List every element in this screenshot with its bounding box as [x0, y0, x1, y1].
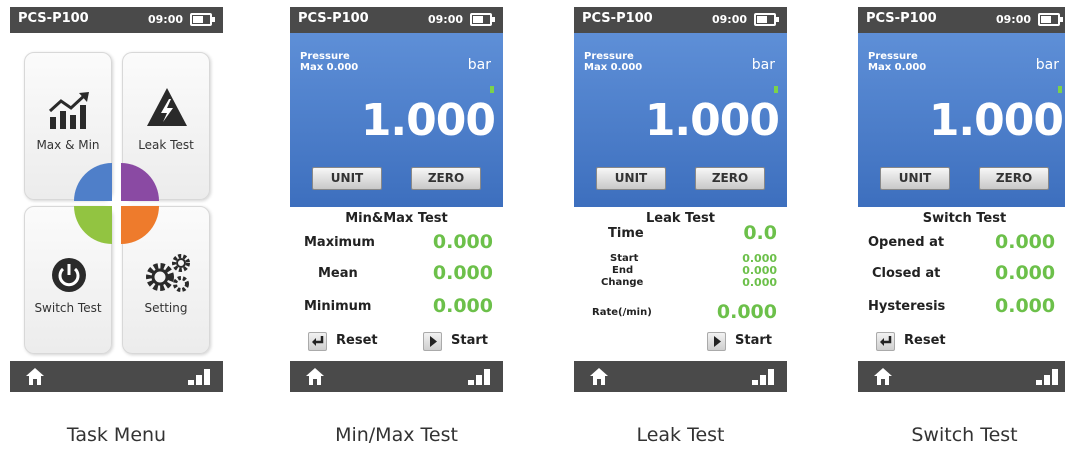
unit-button[interactable]: UNIT: [312, 167, 382, 190]
battery-icon: [1038, 13, 1063, 26]
gears-icon: [146, 254, 190, 292]
caption-task-menu: Task Menu: [66, 424, 167, 446]
change-label: Change: [601, 277, 644, 288]
switch-test-label: Switch Test: [34, 301, 102, 315]
battery-icon: [754, 13, 779, 26]
home-icon[interactable]: [874, 368, 892, 385]
change-value: 0.000: [742, 276, 777, 289]
caption-minmax: Min/Max Test: [335, 424, 458, 446]
end-label: End: [612, 265, 634, 276]
caption-leak: Leak Test: [636, 424, 725, 446]
zero-button[interactable]: ZERO: [979, 167, 1049, 190]
caption-switch: Switch Test: [911, 424, 1018, 446]
signal-icon: [1036, 369, 1060, 385]
status-bar: PCS-P100 09:00: [290, 7, 503, 33]
unit-button[interactable]: UNIT: [596, 167, 666, 190]
test-title: Min&Max Test: [345, 211, 448, 226]
minimum-label: Minimum: [304, 299, 372, 314]
pressure-label: Pressure Max 0.000: [584, 51, 643, 73]
time-value: 0.0: [743, 222, 777, 244]
clock: 09:00: [712, 13, 748, 26]
model-name: PCS-P100: [18, 11, 89, 26]
task-menu-screen: PCS-P100 09:00 Max & Min Leak Test Switc…: [10, 7, 223, 392]
pressure-unit: bar: [467, 57, 491, 73]
bottom-bar: [574, 361, 787, 392]
signal-icon: [752, 369, 776, 385]
pressure-label: Pressure Max 0.000: [868, 51, 927, 73]
pressure-panel: Pressure Max 0.000 bar 1.000 UNIT ZERO: [290, 33, 503, 207]
pressure-unit: bar: [1035, 57, 1059, 73]
status-bar: PCS-P100 09:00: [858, 7, 1065, 33]
unit-button[interactable]: UNIT: [880, 167, 950, 190]
time-label: Time: [608, 226, 644, 241]
indicator-dot: [490, 86, 494, 93]
pressure-value: 1.000: [928, 95, 1064, 146]
pressure-value: 1.000: [360, 95, 496, 146]
clock: 09:00: [428, 13, 464, 26]
leak-test-screen: PCS-P100 09:00 Pressure Max 0.000 bar 1.…: [574, 7, 787, 392]
closed-at-label: Closed at: [872, 266, 941, 281]
home-icon[interactable]: [26, 368, 44, 385]
opened-at-label: Opened at: [868, 235, 945, 250]
pressure-panel: Pressure Max 0.000 bar 1.000 UNIT ZERO: [858, 33, 1065, 207]
return-arrow-icon: [876, 332, 895, 351]
rate-label: Rate(/min): [592, 307, 652, 318]
battery-icon: [190, 13, 215, 26]
switch-test-screen: PCS-P100 09:00 Pressure Max 0.000 bar 1.…: [858, 7, 1065, 392]
start-label: Start: [610, 253, 639, 264]
signal-icon: [468, 369, 492, 385]
hysteresis-label: Hysteresis: [868, 299, 946, 314]
model-name: PCS-P100: [298, 11, 369, 26]
home-icon[interactable]: [590, 368, 608, 385]
bottom-bar: [858, 361, 1065, 392]
model-name: PCS-P100: [582, 11, 653, 26]
indicator-dot: [1058, 86, 1062, 93]
minimum-value: 0.000: [432, 295, 493, 317]
home-icon[interactable]: [306, 368, 324, 385]
maximum-label: Maximum: [304, 235, 375, 250]
clock: 09:00: [148, 13, 184, 26]
battery-icon: [470, 13, 495, 26]
leak-test-label: Leak Test: [138, 138, 194, 152]
mean-label: Mean: [318, 266, 358, 281]
minmax-test-screen: PCS-P100 09:00 Pressure Max 0.000 bar 1.…: [290, 7, 503, 392]
power-icon: [52, 258, 86, 292]
lightning-warning-icon: [147, 88, 187, 126]
signal-icon: [188, 369, 212, 385]
status-bar: PCS-P100 09:00: [574, 7, 787, 33]
start-button[interactable]: Start: [707, 332, 782, 352]
play-arrow-icon: [707, 332, 726, 351]
test-title: Switch Test: [922, 211, 1007, 226]
closed-at-value: 0.000: [995, 262, 1056, 284]
start-button[interactable]: Start: [423, 332, 498, 352]
bottom-bar: [290, 361, 503, 392]
zero-button[interactable]: ZERO: [695, 167, 765, 190]
chart-up-icon: [48, 92, 89, 129]
reset-button[interactable]: Reset: [876, 332, 956, 352]
zero-button[interactable]: ZERO: [411, 167, 481, 190]
pressure-panel: Pressure Max 0.000 bar 1.000 UNIT ZERO: [574, 33, 787, 207]
max-min-label: Max & Min: [36, 138, 100, 152]
status-bar: PCS-P100 09:00: [10, 7, 223, 33]
opened-at-value: 0.000: [995, 231, 1056, 253]
play-arrow-icon: [423, 332, 442, 351]
reset-button[interactable]: Reset: [308, 332, 388, 352]
clock: 09:00: [996, 13, 1032, 26]
mean-value: 0.000: [432, 262, 493, 284]
maximum-value: 0.000: [432, 231, 493, 253]
hysteresis-value: 0.000: [995, 295, 1056, 317]
bottom-bar: [10, 361, 223, 392]
setting-label: Setting: [144, 301, 188, 315]
indicator-dot: [774, 86, 778, 93]
pressure-unit: bar: [751, 57, 775, 73]
pressure-value: 1.000: [644, 95, 780, 146]
rate-value: 0.000: [716, 301, 777, 323]
model-name: PCS-P100: [866, 11, 937, 26]
return-arrow-icon: [308, 332, 327, 351]
pressure-label: Pressure Max 0.000: [300, 51, 359, 73]
